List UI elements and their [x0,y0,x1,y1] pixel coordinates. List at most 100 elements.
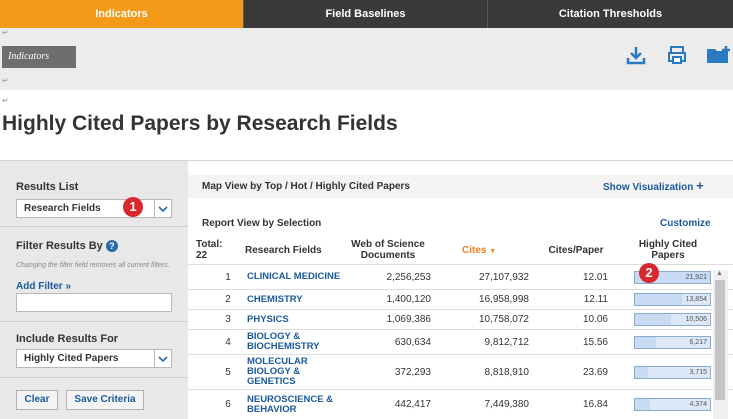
table-row: 2 CHEMISTRY 1,400,120 16,958,998 12.11 13,854 [188,289,733,309]
highly-cited-bar-fill [635,366,648,378]
divider [0,321,188,322]
toolbar: Indicators [0,28,733,90]
highly-cited-value: 10,506 [685,316,707,323]
cites-cell: 16,958,998 [478,294,529,305]
save-criteria-button[interactable]: Save Criteria [66,390,144,410]
results-list-label: Results List [16,181,79,193]
wos-documents-cell: 1,400,120 [386,294,432,305]
callout-badge-1: 1 [123,197,143,217]
filter-results-label: Filter Results By? [16,240,118,253]
research-field-link[interactable]: NEUROSCIENCE & BEHAVIOR [247,390,347,419]
cites-cell: 9,812,712 [484,336,530,348]
highly-cited-papers-header[interactable]: Highly Cited Papers [632,239,704,261]
results-list-value: Research Fields [24,203,101,214]
highly-cited-bar: 10,506 [634,313,711,326]
highly-cited-papers-cell[interactable]: 6,217 [634,330,711,354]
sort-desc-icon: ▼ [489,248,497,255]
rank-cell: 3 [225,314,231,325]
top-nav: Indicators Field Baselines Citation Thre… [0,0,733,28]
rank-cell: 5 [225,366,231,378]
tab-field-baselines[interactable]: Field Baselines [244,0,488,28]
paragraph-mark: ↵ [2,96,9,105]
wos-documents-header[interactable]: Web of Science Documents [345,239,431,261]
cites-cell: 27,107,932 [478,271,529,283]
research-field-link[interactable]: PHYSICS [247,310,347,329]
wos-documents-cell: 630,634 [394,336,431,348]
paragraph-mark: ↵ [2,76,9,85]
clear-button[interactable]: Clear [16,390,58,410]
cites-per-paper-cell: 12.11 [583,294,608,305]
highly-cited-bar: 3,715 [634,365,711,379]
indicators-button[interactable]: Indicators [2,46,76,68]
highly-cited-bar-fill [635,336,657,348]
rank-cell: 2 [225,294,231,305]
include-results-select[interactable]: Highly Cited Papers [16,349,172,368]
highly-cited-bar: 4,374 [634,398,711,411]
highly-cited-papers-cell[interactable]: 13,854 [634,290,711,309]
highly-cited-bar-fill [635,314,671,325]
chevron-down-icon [154,350,171,367]
highly-cited-value: 13,854 [685,296,707,303]
cites-per-paper-cell: 16.84 [582,399,608,410]
cites-per-paper-cell: 12.01 [582,271,608,283]
cites-per-paper-cell: 23.69 [582,366,608,378]
highly-cited-value: 3,715 [689,368,707,376]
rank-cell: 6 [225,399,231,410]
research-field-link[interactable]: BIOLOGY & BIOCHEMISTRY [247,330,347,354]
divider [0,377,188,378]
divider [0,226,188,227]
plus-icon: + [696,178,704,193]
research-fields-header[interactable]: Research Fields [245,245,345,256]
highly-cited-papers-cell[interactable]: 4,374 [634,390,711,419]
table-row: 4 BIOLOGY & BIOCHEMISTRY 630,634 9,812,712 1… [188,329,733,354]
customize-link[interactable]: Customize [660,218,711,229]
table-scrollbar[interactable]: ▲ [713,270,728,419]
highly-cited-value: 21,921 [685,273,707,281]
chevron-down-icon [154,200,171,217]
include-results-value: Highly Cited Papers [24,353,119,364]
print-icon[interactable] [666,44,688,66]
table-row: 3 PHYSICS 1,069,386 10,758,072 10.06 10,506 [188,309,733,329]
highly-cited-value: 6,217 [689,338,707,346]
cites-cell: 7,449,380 [484,399,530,410]
cites-per-paper-header[interactable]: Cites/Paper [541,245,611,256]
wos-documents-cell: 1,069,386 [386,314,432,325]
highly-cited-value: 4,374 [689,401,707,408]
include-results-label: Include Results For [16,333,119,345]
tab-citation-thresholds[interactable]: Citation Thresholds [488,0,733,28]
scrollbar-thumb[interactable] [715,280,725,400]
research-field-link[interactable]: CHEMISTRY [247,290,347,309]
cites-cell: 10,758,072 [478,314,529,325]
report-view-label: Report View by Selection [202,218,322,229]
add-filter-link[interactable]: Add Filter » [16,281,71,292]
table-row: 6 NEUROSCIENCE & BEHAVIOR 442,417 7,449,380… [188,389,733,419]
callout-badge-2: 2 [639,263,659,283]
tab-indicators[interactable]: Indicators [0,0,244,28]
total-header: Total: 22 [196,239,223,261]
highly-cited-bar: 13,854 [634,293,711,306]
highly-cited-bar-fill [635,399,650,410]
page-title: Highly Cited Papers by Research Fields [2,112,398,135]
filter-input[interactable] [16,293,172,312]
cites-per-paper-cell: 15.56 [582,336,608,348]
add-folder-icon[interactable] [706,44,732,66]
download-icon[interactable] [625,44,647,66]
help-icon[interactable]: ? [105,240,118,253]
cites-header[interactable]: Cites ▼ [462,245,522,257]
wos-documents-cell: 442,417 [394,399,431,410]
results-list-select[interactable]: Research Fields [16,199,172,218]
research-field-link[interactable]: CLINICAL MEDICINE [247,265,347,289]
cites-cell: 8,818,910 [484,366,530,378]
paragraph-mark: ↵ [2,28,9,37]
cites-per-paper-cell: 10.06 [582,314,608,325]
rank-cell: 4 [225,336,231,348]
rank-cell: 1 [225,271,231,283]
table-row: 5 MOLECULAR BIOLOGY & GENETICS 372,293 8,81… [188,354,733,389]
highly-cited-papers-cell[interactable]: 3,715 [634,355,711,389]
wos-documents-cell: 2,256,253 [386,271,432,283]
filter-note: Changing the filter field removes all cu… [16,262,170,269]
scroll-up-icon[interactable]: ▲ [716,270,723,277]
highly-cited-papers-cell[interactable]: 10,506 [634,310,711,329]
research-field-link[interactable]: MOLECULAR BIOLOGY & GENETICS [247,355,347,389]
show-visualization-link[interactable]: Show Visualization + [603,178,704,193]
